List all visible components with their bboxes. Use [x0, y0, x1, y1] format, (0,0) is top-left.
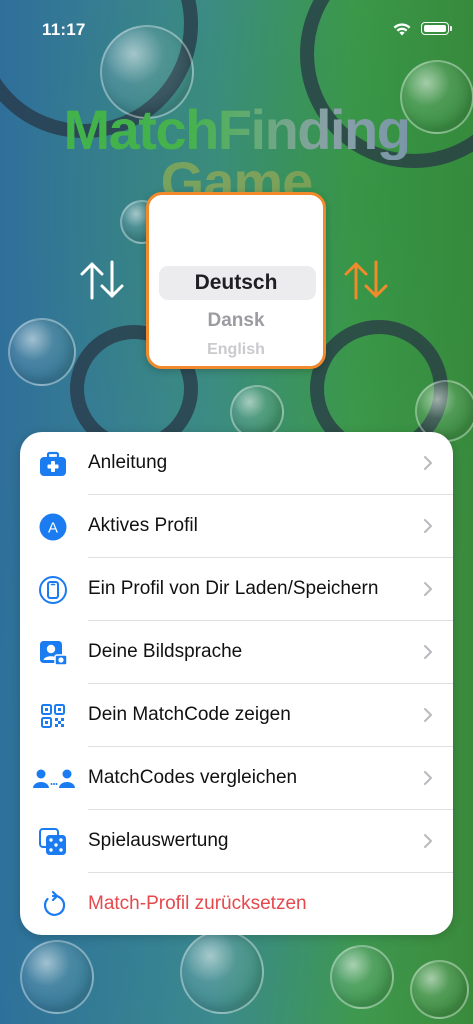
wifi-icon	[393, 23, 411, 36]
menu-item-label: Match-Profil zurücksetzen	[88, 893, 307, 914]
background-bubble	[230, 385, 284, 439]
chevron-right-icon	[424, 456, 432, 470]
menu-item-profil-zuruecksetzen[interactable]: Match-Profil zurücksetzen	[20, 873, 453, 936]
chevron-right-icon	[424, 519, 432, 533]
svg-text:A: A	[48, 520, 58, 537]
chevron-right-icon	[424, 708, 432, 722]
menu-item-label: Spielauswertung	[88, 830, 229, 851]
medical-case-icon	[40, 451, 66, 476]
chevron-right-icon	[424, 834, 432, 848]
menu-item-bildsprache[interactable]: Deine Bildsprache	[20, 621, 453, 684]
menu-item-label: Anleitung	[88, 452, 168, 473]
two-people-icon	[33, 769, 75, 788]
menu-item-profil-laden-speichern[interactable]: Ein Profil von Dir Laden/Speichern	[20, 558, 453, 621]
background-bubble	[410, 960, 469, 1019]
dice-icon	[39, 828, 66, 855]
menu-item-anleitung[interactable]: Anleitung	[20, 432, 453, 495]
chevron-right-icon	[424, 771, 432, 785]
qr-code-icon	[41, 704, 65, 728]
background-bubble	[330, 945, 394, 1009]
app-screen: 11:17 Game MatchFinding Deutsch Dansk En…	[0, 0, 473, 1024]
picker-option-selected[interactable]: Deutsch	[149, 271, 323, 295]
settings-menu: Anleitung A Aktives Profil Ein Profil vo…	[20, 432, 453, 935]
app-title: MatchFinding	[0, 100, 473, 160]
phone-circle-icon	[39, 576, 67, 604]
profile-a-circle-icon: A	[39, 513, 67, 541]
status-bar: 11:17	[0, 0, 473, 56]
person-camera-icon	[40, 641, 68, 666]
status-time: 11:17	[42, 20, 86, 39]
menu-item-matchcodes-vergleichen[interactable]: MatchCodes vergleichen	[20, 747, 453, 810]
chevron-right-icon	[424, 645, 432, 659]
swap-arrows-orange-icon[interactable]	[340, 254, 392, 306]
chevron-right-icon	[424, 582, 432, 596]
reset-arrow-icon	[43, 890, 66, 916]
picker-option[interactable]: English	[149, 341, 323, 359]
menu-item-label: MatchCodes vergleichen	[88, 767, 298, 788]
picker-option[interactable]: Dansk	[149, 310, 323, 332]
swap-arrows-icon[interactable]	[76, 254, 128, 306]
menu-item-label: Dein MatchCode zeigen	[88, 704, 291, 725]
menu-item-label: Deine Bildsprache	[88, 641, 243, 662]
battery-icon	[421, 22, 452, 35]
menu-item-label: Aktives Profil	[88, 515, 198, 536]
menu-item-aktives-profil[interactable]: A Aktives Profil	[20, 495, 453, 558]
menu-item-spielauswertung[interactable]: Spielauswertung	[20, 810, 453, 873]
background-bubble	[8, 318, 76, 386]
menu-item-matchcode-zeigen[interactable]: Dein MatchCode zeigen	[20, 684, 453, 747]
background-bubble	[20, 940, 94, 1014]
background-bubble	[180, 930, 264, 1014]
menu-item-label: Ein Profil von Dir Laden/Speichern	[88, 578, 379, 599]
language-picker[interactable]: Deutsch Dansk English	[146, 192, 326, 369]
